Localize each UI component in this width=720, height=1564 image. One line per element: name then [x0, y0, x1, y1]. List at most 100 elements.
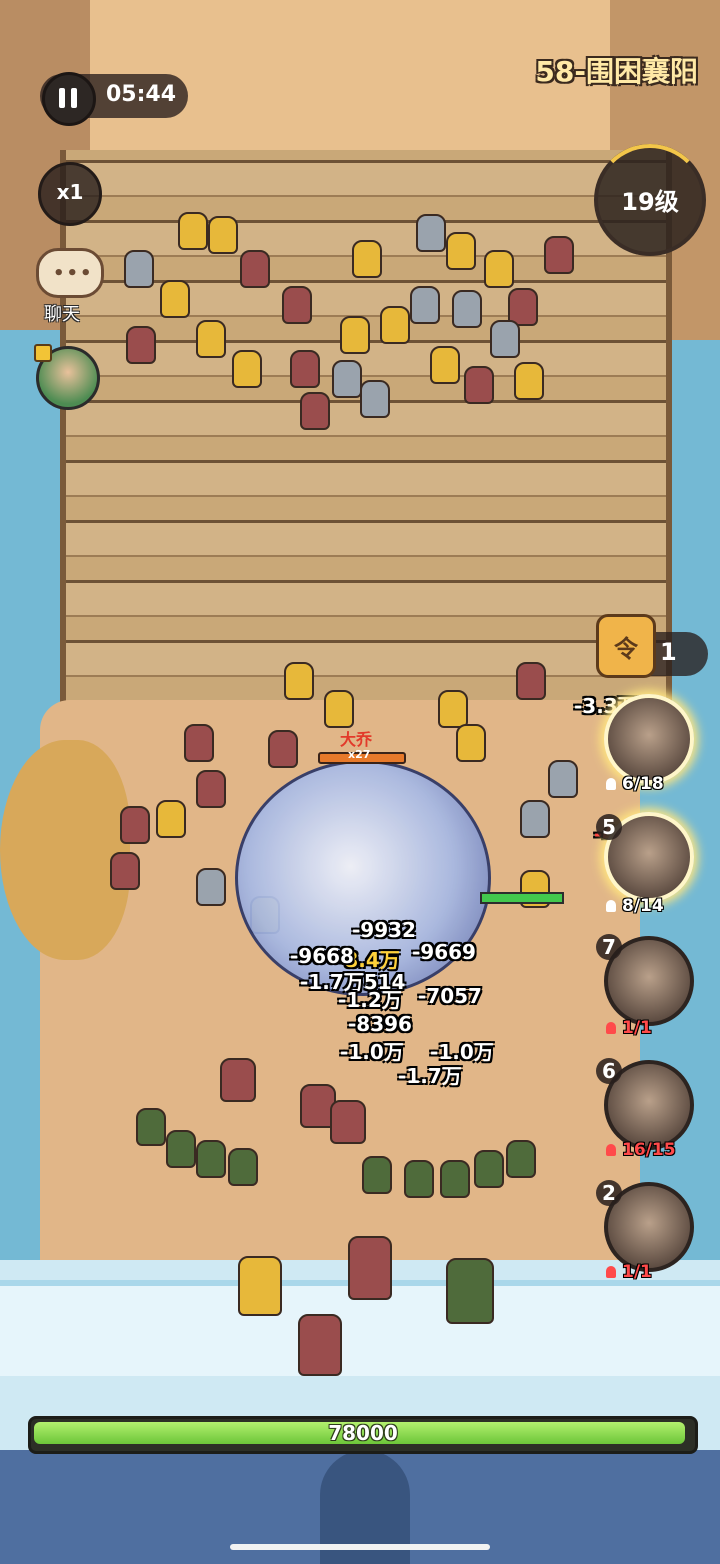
player-level: 19级 — [621, 188, 679, 216]
enemy-soldier — [184, 724, 214, 762]
enemy-soldier — [490, 320, 520, 358]
enemy-soldier — [240, 250, 270, 288]
enemy-soldier — [324, 690, 354, 728]
person-icon — [606, 1144, 616, 1156]
enemy-soldier — [430, 346, 460, 384]
hero-slot-count-text: 6/18 — [622, 774, 664, 794]
allied-archer — [228, 1148, 258, 1186]
enemy-soldier — [196, 770, 226, 808]
defender-hero — [348, 1236, 392, 1300]
enemy-soldier — [380, 306, 410, 344]
enemy-soldier — [340, 316, 370, 354]
stage-title: 58-围困襄阳 — [535, 55, 698, 88]
enemy-soldier — [124, 250, 154, 288]
person-icon — [606, 1022, 616, 1034]
enemy-soldier — [268, 730, 298, 768]
boss-name: 大乔 — [340, 730, 373, 749]
enemy-soldier — [290, 350, 320, 388]
person-icon — [606, 1266, 616, 1278]
allied-archer — [474, 1150, 504, 1188]
allied-archer — [362, 1156, 392, 1194]
enemy-soldier — [446, 232, 476, 270]
enemy-soldier — [300, 392, 330, 430]
enemy-soldier — [196, 868, 226, 906]
enemy-soldier — [514, 362, 544, 400]
player-level-button[interactable]: 19级 — [594, 144, 706, 256]
enemy-soldier — [120, 806, 150, 844]
enemy-soldier — [282, 286, 312, 324]
allied-archer — [166, 1130, 196, 1168]
pause-button[interactable] — [42, 72, 96, 126]
enemy-soldier — [352, 240, 382, 278]
enemy-soldier — [196, 320, 226, 358]
allied-archer — [440, 1160, 470, 1198]
token-char: 令 — [614, 635, 638, 663]
enemy-soldier — [110, 852, 140, 890]
allied-archer — [506, 1140, 536, 1178]
hero-slot-count: 6/18 — [606, 774, 664, 794]
person-icon — [606, 900, 616, 912]
enemy-soldier — [544, 236, 574, 274]
boss-health-multiplier: x27 — [348, 748, 371, 761]
base-health-bar: 78000 — [28, 1416, 698, 1454]
home-indicator — [230, 1544, 490, 1550]
hero-slot-badge: 7 — [596, 934, 622, 960]
enemy-soldier — [126, 326, 156, 364]
crown-icon — [34, 344, 52, 362]
enemy-soldier — [548, 760, 578, 798]
allied-hero — [330, 1100, 366, 1144]
hero-slot-badge: 5 — [596, 814, 622, 840]
allied-archer — [196, 1140, 226, 1178]
damage-number: -1.2万 — [338, 988, 402, 1012]
enemy-soldier — [452, 290, 482, 328]
damage-number: -9932 — [352, 918, 416, 942]
pause-icon — [59, 88, 65, 108]
wooden-bridge — [60, 150, 672, 710]
enemy-soldier — [484, 250, 514, 288]
enemy-soldier — [208, 216, 238, 254]
enemy-soldier — [456, 724, 486, 762]
hero-slot-count-text: 1/1 — [622, 1018, 652, 1038]
enemy-soldier — [416, 214, 446, 252]
enemy-soldier — [464, 366, 494, 404]
speed-button[interactable]: x1 — [38, 162, 102, 226]
enemy-soldier — [156, 800, 186, 838]
chat-button[interactable]: ••• — [36, 248, 104, 298]
hero-slot-count-text: 16/15 — [622, 1140, 676, 1160]
enemy-soldier — [332, 360, 362, 398]
damage-number: -7057 — [418, 984, 482, 1008]
hero-slot-1[interactable] — [604, 694, 694, 784]
person-icon — [606, 778, 616, 790]
enemy-soldier — [232, 350, 262, 388]
pause-icon — [71, 88, 77, 108]
ally-health-bar — [480, 892, 564, 904]
hero-slot-badge: 2 — [596, 1180, 622, 1206]
enemy-soldier — [284, 662, 314, 700]
hero-slot-count-text: 8/14 — [622, 896, 664, 916]
defender-hero — [298, 1314, 342, 1376]
hero-slot-count: 16/15 — [606, 1140, 676, 1160]
battle-timer: 05:44 — [106, 82, 177, 107]
enemy-soldier — [360, 380, 390, 418]
damage-number: -8396 — [348, 1012, 412, 1036]
hero-slot-badge: 6 — [596, 1058, 622, 1084]
speed-label: x1 — [56, 180, 84, 204]
hero-slot-count: 1/1 — [606, 1262, 652, 1282]
hero-slot-count: 8/14 — [606, 896, 664, 916]
enemy-soldier — [520, 800, 550, 838]
enemy-soldier — [160, 280, 190, 318]
hero-slot-count-text: 1/1 — [622, 1262, 652, 1282]
command-token-icon[interactable]: 令 — [596, 614, 656, 678]
damage-number: -9668 — [290, 944, 354, 968]
chat-icon: ••• — [53, 263, 94, 284]
allied-archer — [404, 1160, 434, 1198]
allied-hero — [220, 1058, 256, 1102]
damage-number: -1.0万 — [340, 1040, 404, 1064]
hero-slot-count: 1/1 — [606, 1018, 652, 1038]
token-count: 1 — [660, 638, 677, 666]
enemy-soldier — [410, 286, 440, 324]
enemy-soldier — [438, 690, 468, 728]
defender-hero — [238, 1256, 282, 1316]
enemy-soldier — [178, 212, 208, 250]
enemy-soldier — [516, 662, 546, 700]
